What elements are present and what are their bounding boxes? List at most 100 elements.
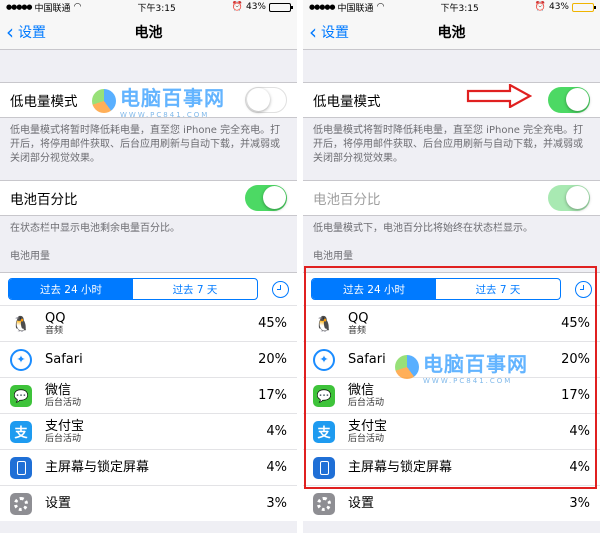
app-pct: 20% [561, 352, 590, 367]
back-button[interactable]: ‹ 设置 [309, 14, 349, 50]
app-row-qq[interactable]: 🐧 QQ 音频 45% [303, 305, 600, 341]
app-pct: 4% [569, 460, 590, 475]
low-power-row: 低电量模式 [0, 82, 297, 118]
phone-screen-icon [313, 456, 335, 479]
app-pct: 17% [258, 388, 287, 403]
wechat-icon: 💬 [10, 384, 32, 407]
app-name: 微信 [45, 382, 72, 398]
signal-icon: ●●●●● [309, 3, 336, 11]
back-label: 设置 [18, 25, 46, 41]
app-name: 支付宝 [45, 418, 85, 434]
app-row-safari[interactable]: ✦ Safari 20% [0, 341, 297, 377]
battery-percentage-toggle [548, 185, 590, 211]
app-name: 主屏幕与锁定屏幕 [348, 460, 453, 475]
low-power-description: 低电量模式将暂时降低耗电量，直至您 iPhone 完全充电。打开后，将停用邮件获… [10, 125, 281, 164]
app-row-home-lock[interactable]: 主屏幕与锁定屏幕 4% [303, 449, 600, 485]
back-button[interactable]: ‹ 设置 [6, 14, 46, 50]
segment-24h[interactable]: 过去 24 小时 [9, 279, 133, 299]
clock-icon[interactable] [575, 280, 592, 298]
battery-percentage-label: 电池百分比 [313, 192, 381, 208]
low-power-label: 低电量模式 [313, 94, 381, 110]
safari-compass-icon: ✦ [313, 348, 335, 371]
gear-icon [10, 492, 32, 515]
app-pct: 20% [258, 352, 287, 367]
app-sub: 后台活动 [348, 433, 385, 444]
battery-percentage-row: 电池百分比 [303, 180, 600, 216]
toggle-knob [566, 186, 589, 209]
wechat-icon: 💬 [313, 384, 335, 407]
app-row-home-lock[interactable]: 主屏幕与锁定屏幕 4% [0, 449, 297, 485]
app-name: 微信 [348, 382, 375, 398]
phone-screen-icon [10, 456, 32, 479]
app-name: 主屏幕与锁定屏幕 [45, 460, 150, 475]
app-name: 设置 [45, 496, 72, 511]
app-row-settings[interactable]: 设置 3% [303, 485, 600, 521]
battery-percentage-row: 电池百分比 [0, 180, 297, 216]
usage-range-bar: 过去 24 小时 过去 7 天 [0, 272, 297, 305]
segment-7d[interactable]: 过去 7 天 [133, 279, 257, 299]
app-row-settings[interactable]: 设置 3% [0, 485, 297, 521]
usage-range-bar: 过去 24 小时 过去 7 天 [303, 272, 600, 305]
low-power-description: 低电量模式将暂时降低耗电量，直至您 iPhone 完全充电。打开后，将停用邮件获… [313, 125, 584, 164]
right-screen: ●●●●● 中国联通 ◠ 下午3:15 ⏰ 43% ‹ 设置 电池 低电量模式 … [303, 0, 600, 533]
app-pct: 4% [266, 424, 287, 439]
low-power-toggle[interactable] [245, 87, 287, 113]
chevron-left-icon: ‹ [309, 20, 317, 44]
app-name: 支付宝 [348, 418, 388, 434]
alarm-icon: ⏰ [534, 2, 546, 12]
app-pct: 4% [266, 460, 287, 475]
battery-pct-label: 43% [548, 2, 569, 12]
status-bar: ●●●●● 中国联通 ◠ 下午3:15 ⏰ 43% [303, 0, 600, 14]
app-pct: 17% [561, 388, 590, 403]
app-pct: 45% [561, 316, 590, 331]
battery-percentage-label: 电池百分比 [10, 192, 78, 208]
app-sub: 后台活动 [45, 433, 82, 444]
app-name: QQ [348, 310, 369, 326]
low-power-toggle[interactable] [548, 87, 590, 113]
battery-percentage-toggle[interactable] [245, 185, 287, 211]
app-name: Safari [45, 352, 83, 367]
alipay-icon: 支 [313, 420, 335, 443]
usage-header: 电池用量 [10, 251, 50, 262]
app-name: QQ [45, 310, 66, 326]
back-label: 设置 [321, 25, 349, 41]
app-row-alipay[interactable]: 支 支付宝 后台活动 4% [303, 413, 600, 449]
status-time: 下午3:15 [137, 3, 176, 14]
low-power-label: 低电量模式 [10, 94, 78, 110]
left-screen: ●●●●● 中国联通 ◠ 下午3:15 ⏰ 43% ‹ 设置 电池 低电量模式 … [0, 0, 297, 533]
app-row-wechat[interactable]: 💬 微信 后台活动 17% [303, 377, 600, 413]
toggle-knob [263, 186, 286, 209]
usage-range-segmented: 过去 24 小时 过去 7 天 [8, 278, 258, 300]
app-sub: 后台活动 [348, 397, 385, 408]
low-power-row: 低电量模式 [303, 82, 600, 118]
toggle-knob [566, 88, 589, 111]
app-sub: 音频 [348, 325, 367, 336]
alipay-icon: 支 [10, 420, 32, 443]
clock-icon[interactable] [272, 280, 289, 298]
signal-icon: ●●●●● [6, 3, 33, 11]
app-pct: 45% [258, 316, 287, 331]
nav-bar: ‹ 设置 电池 [303, 14, 600, 50]
carrier-label: 中国联通 [337, 3, 374, 14]
qq-icon: 🐧 [10, 312, 32, 335]
usage-header: 电池用量 [313, 251, 353, 262]
gear-icon [313, 492, 335, 515]
battery-percentage-description: 低电量模式下，电池百分比将始终在状态栏显示。 [313, 223, 533, 234]
carrier-label: 中国联通 [34, 3, 71, 14]
status-time: 下午3:15 [440, 3, 479, 14]
app-pct: 4% [569, 424, 590, 439]
app-sub: 后台活动 [45, 397, 82, 408]
safari-compass-icon: ✦ [10, 348, 32, 371]
app-row-alipay[interactable]: 支 支付宝 后台活动 4% [0, 413, 297, 449]
app-name: Safari [348, 352, 386, 367]
app-name: 设置 [348, 496, 375, 511]
toggle-knob [247, 88, 270, 111]
app-row-safari[interactable]: ✦ Safari 20% [303, 341, 600, 377]
segment-7d[interactable]: 过去 7 天 [436, 279, 560, 299]
alarm-icon: ⏰ [231, 2, 243, 12]
app-row-qq[interactable]: 🐧 QQ 音频 45% [0, 305, 297, 341]
nav-bar: ‹ 设置 电池 [0, 14, 297, 50]
app-row-wechat[interactable]: 💬 微信 后台活动 17% [0, 377, 297, 413]
segment-24h[interactable]: 过去 24 小时 [312, 279, 436, 299]
wifi-icon: ◠ [376, 2, 385, 12]
